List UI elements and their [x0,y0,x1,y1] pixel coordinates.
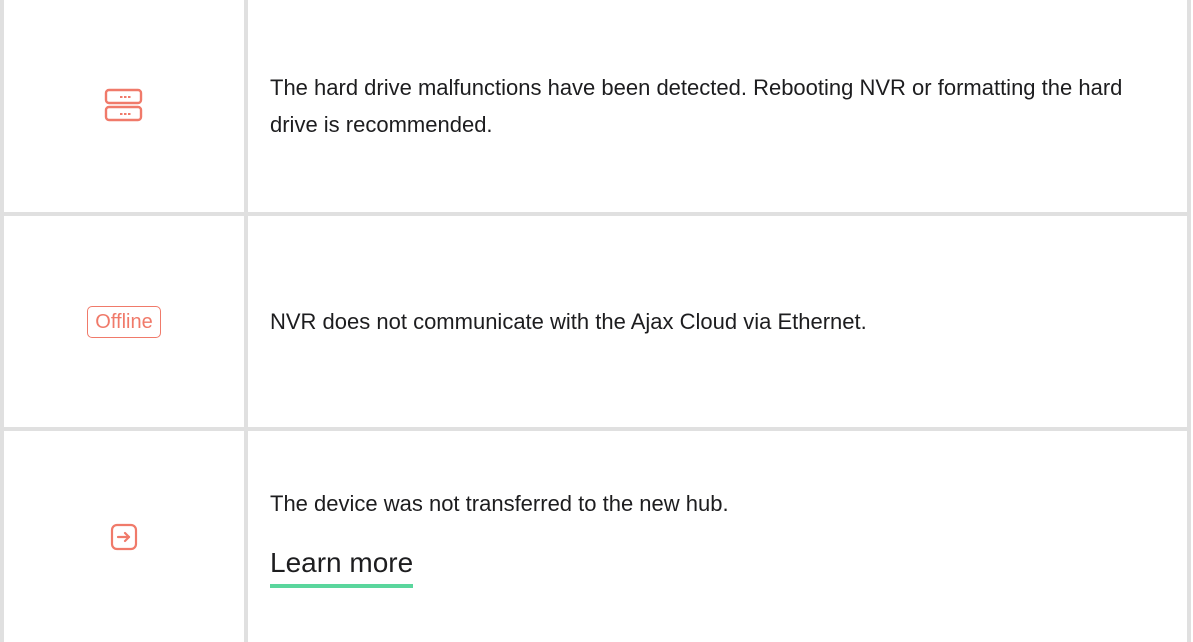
icon-cell [2,0,246,212]
description-text: NVR does not communicate with the Ajax C… [270,309,867,334]
table-border-right [1187,0,1191,642]
icon-cell: Offline [2,216,246,427]
description-text: The hard drive malfunctions have been de… [270,75,1123,137]
description-cell: The device was not transferred to the ne… [270,431,1157,642]
table-row: Offline NVR does not communicate with th… [2,216,1187,427]
description-cell: The hard drive malfunctions have been de… [270,0,1157,212]
offline-badge: Offline [87,305,161,338]
table-row: The device was not transferred to the ne… [2,431,1187,642]
table-row: The hard drive malfunctions have been de… [2,0,1187,212]
status-table: The hard drive malfunctions have been de… [0,0,1193,642]
icon-cell [2,431,246,642]
description-cell: NVR does not communicate with the Ajax C… [270,216,1157,427]
learn-more-link[interactable]: Learn more [270,544,414,588]
description-text: The device was not transferred to the ne… [270,491,729,516]
hard-drive-icon [104,86,144,126]
transfer-arrow-icon [110,523,138,551]
